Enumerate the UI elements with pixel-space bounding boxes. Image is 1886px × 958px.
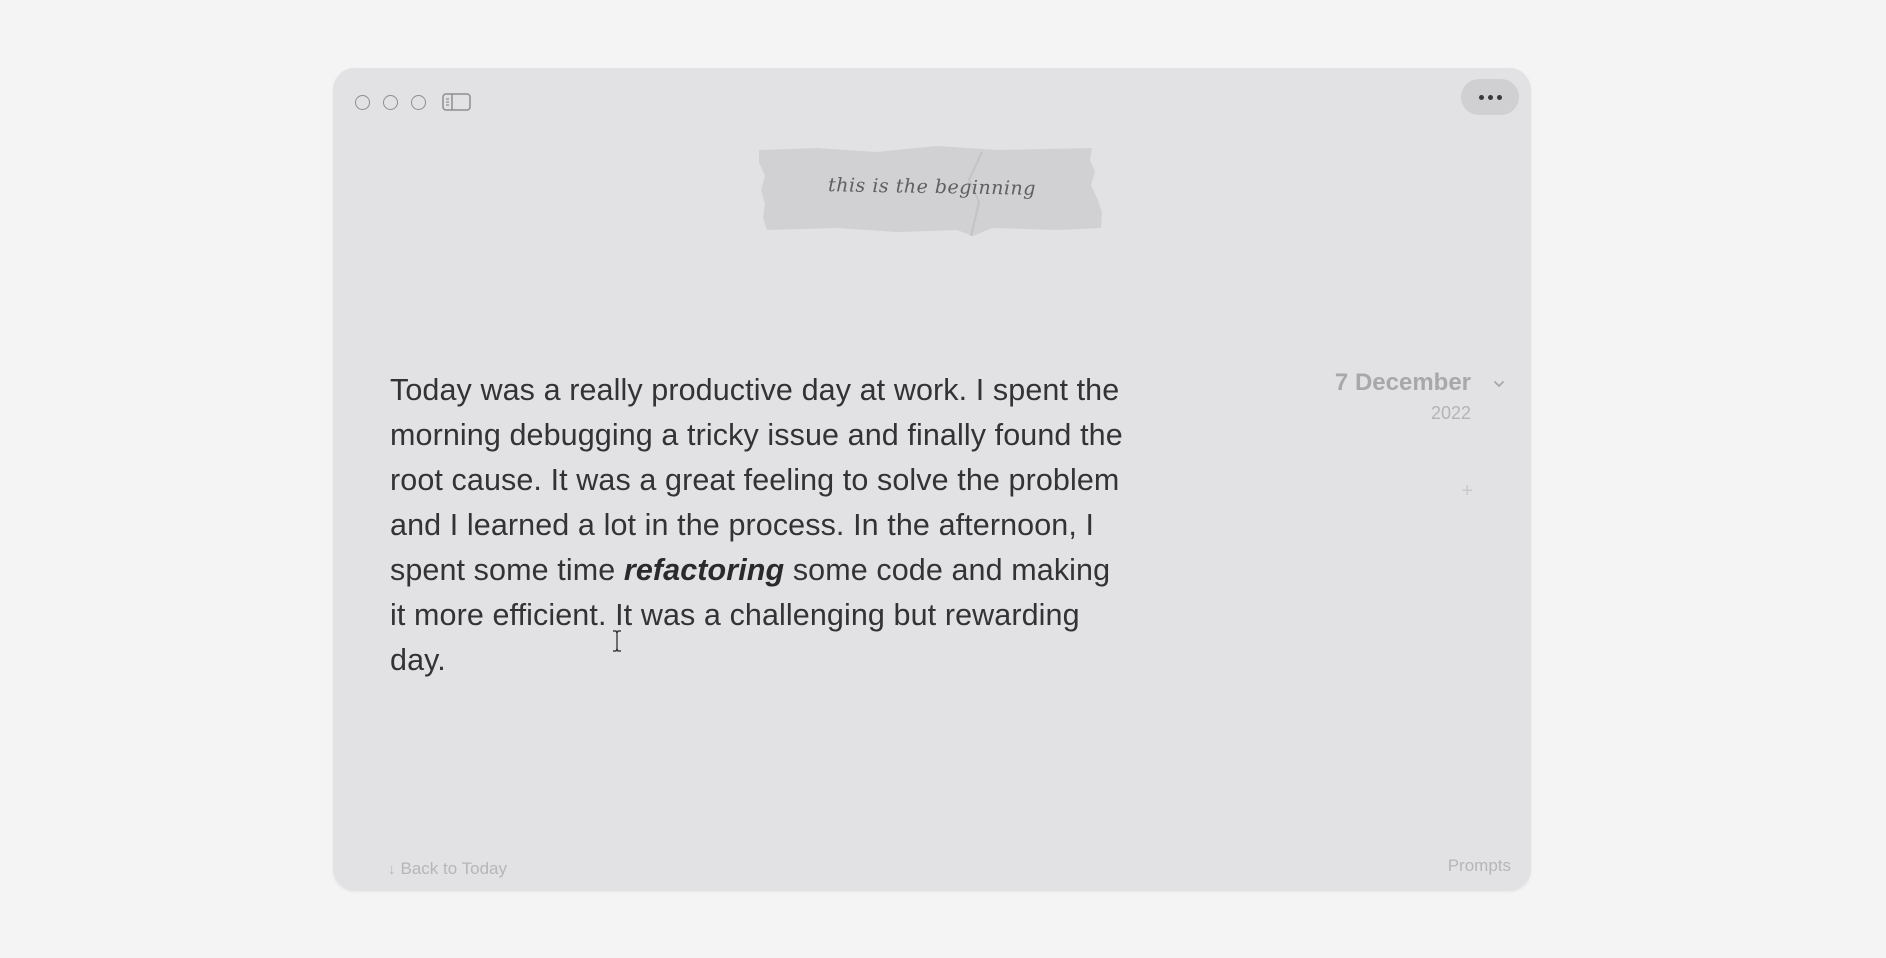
journal-entry-text[interactable]: Today was a really productive day at wor…: [390, 368, 1130, 683]
entry-emphasis: refactoring: [623, 553, 785, 587]
i-beam-cursor-icon: [613, 630, 621, 652]
entry-date[interactable]: 7 December 2022: [1335, 368, 1471, 428]
prompts-button[interactable]: Prompts: [1448, 856, 1511, 876]
add-entry-button[interactable]: +: [1461, 480, 1473, 503]
window-controls: [355, 93, 471, 111]
date-year: 2022: [1430, 403, 1471, 423]
close-button[interactable]: [355, 94, 370, 110]
back-to-today-label: Back to Today: [400, 859, 507, 878]
zoom-button[interactable]: [411, 94, 426, 110]
arrow-down-icon: ↓: [388, 860, 396, 878]
sidebar-toggle-icon[interactable]: [442, 93, 471, 111]
back-to-today-button[interactable]: ↓ Back to Today: [388, 859, 507, 879]
chevron-down-icon[interactable]: [1491, 376, 1507, 392]
date-day-month: 7 December: [1334, 369, 1471, 396]
minimize-button[interactable]: [383, 94, 398, 110]
journal-window: this is the beginning Today was a really…: [333, 68, 1531, 891]
washi-tape-banner: this is the beginning: [757, 140, 1107, 240]
ellipsis-icon: [1478, 94, 1484, 100]
more-options-button[interactable]: [1461, 79, 1519, 115]
